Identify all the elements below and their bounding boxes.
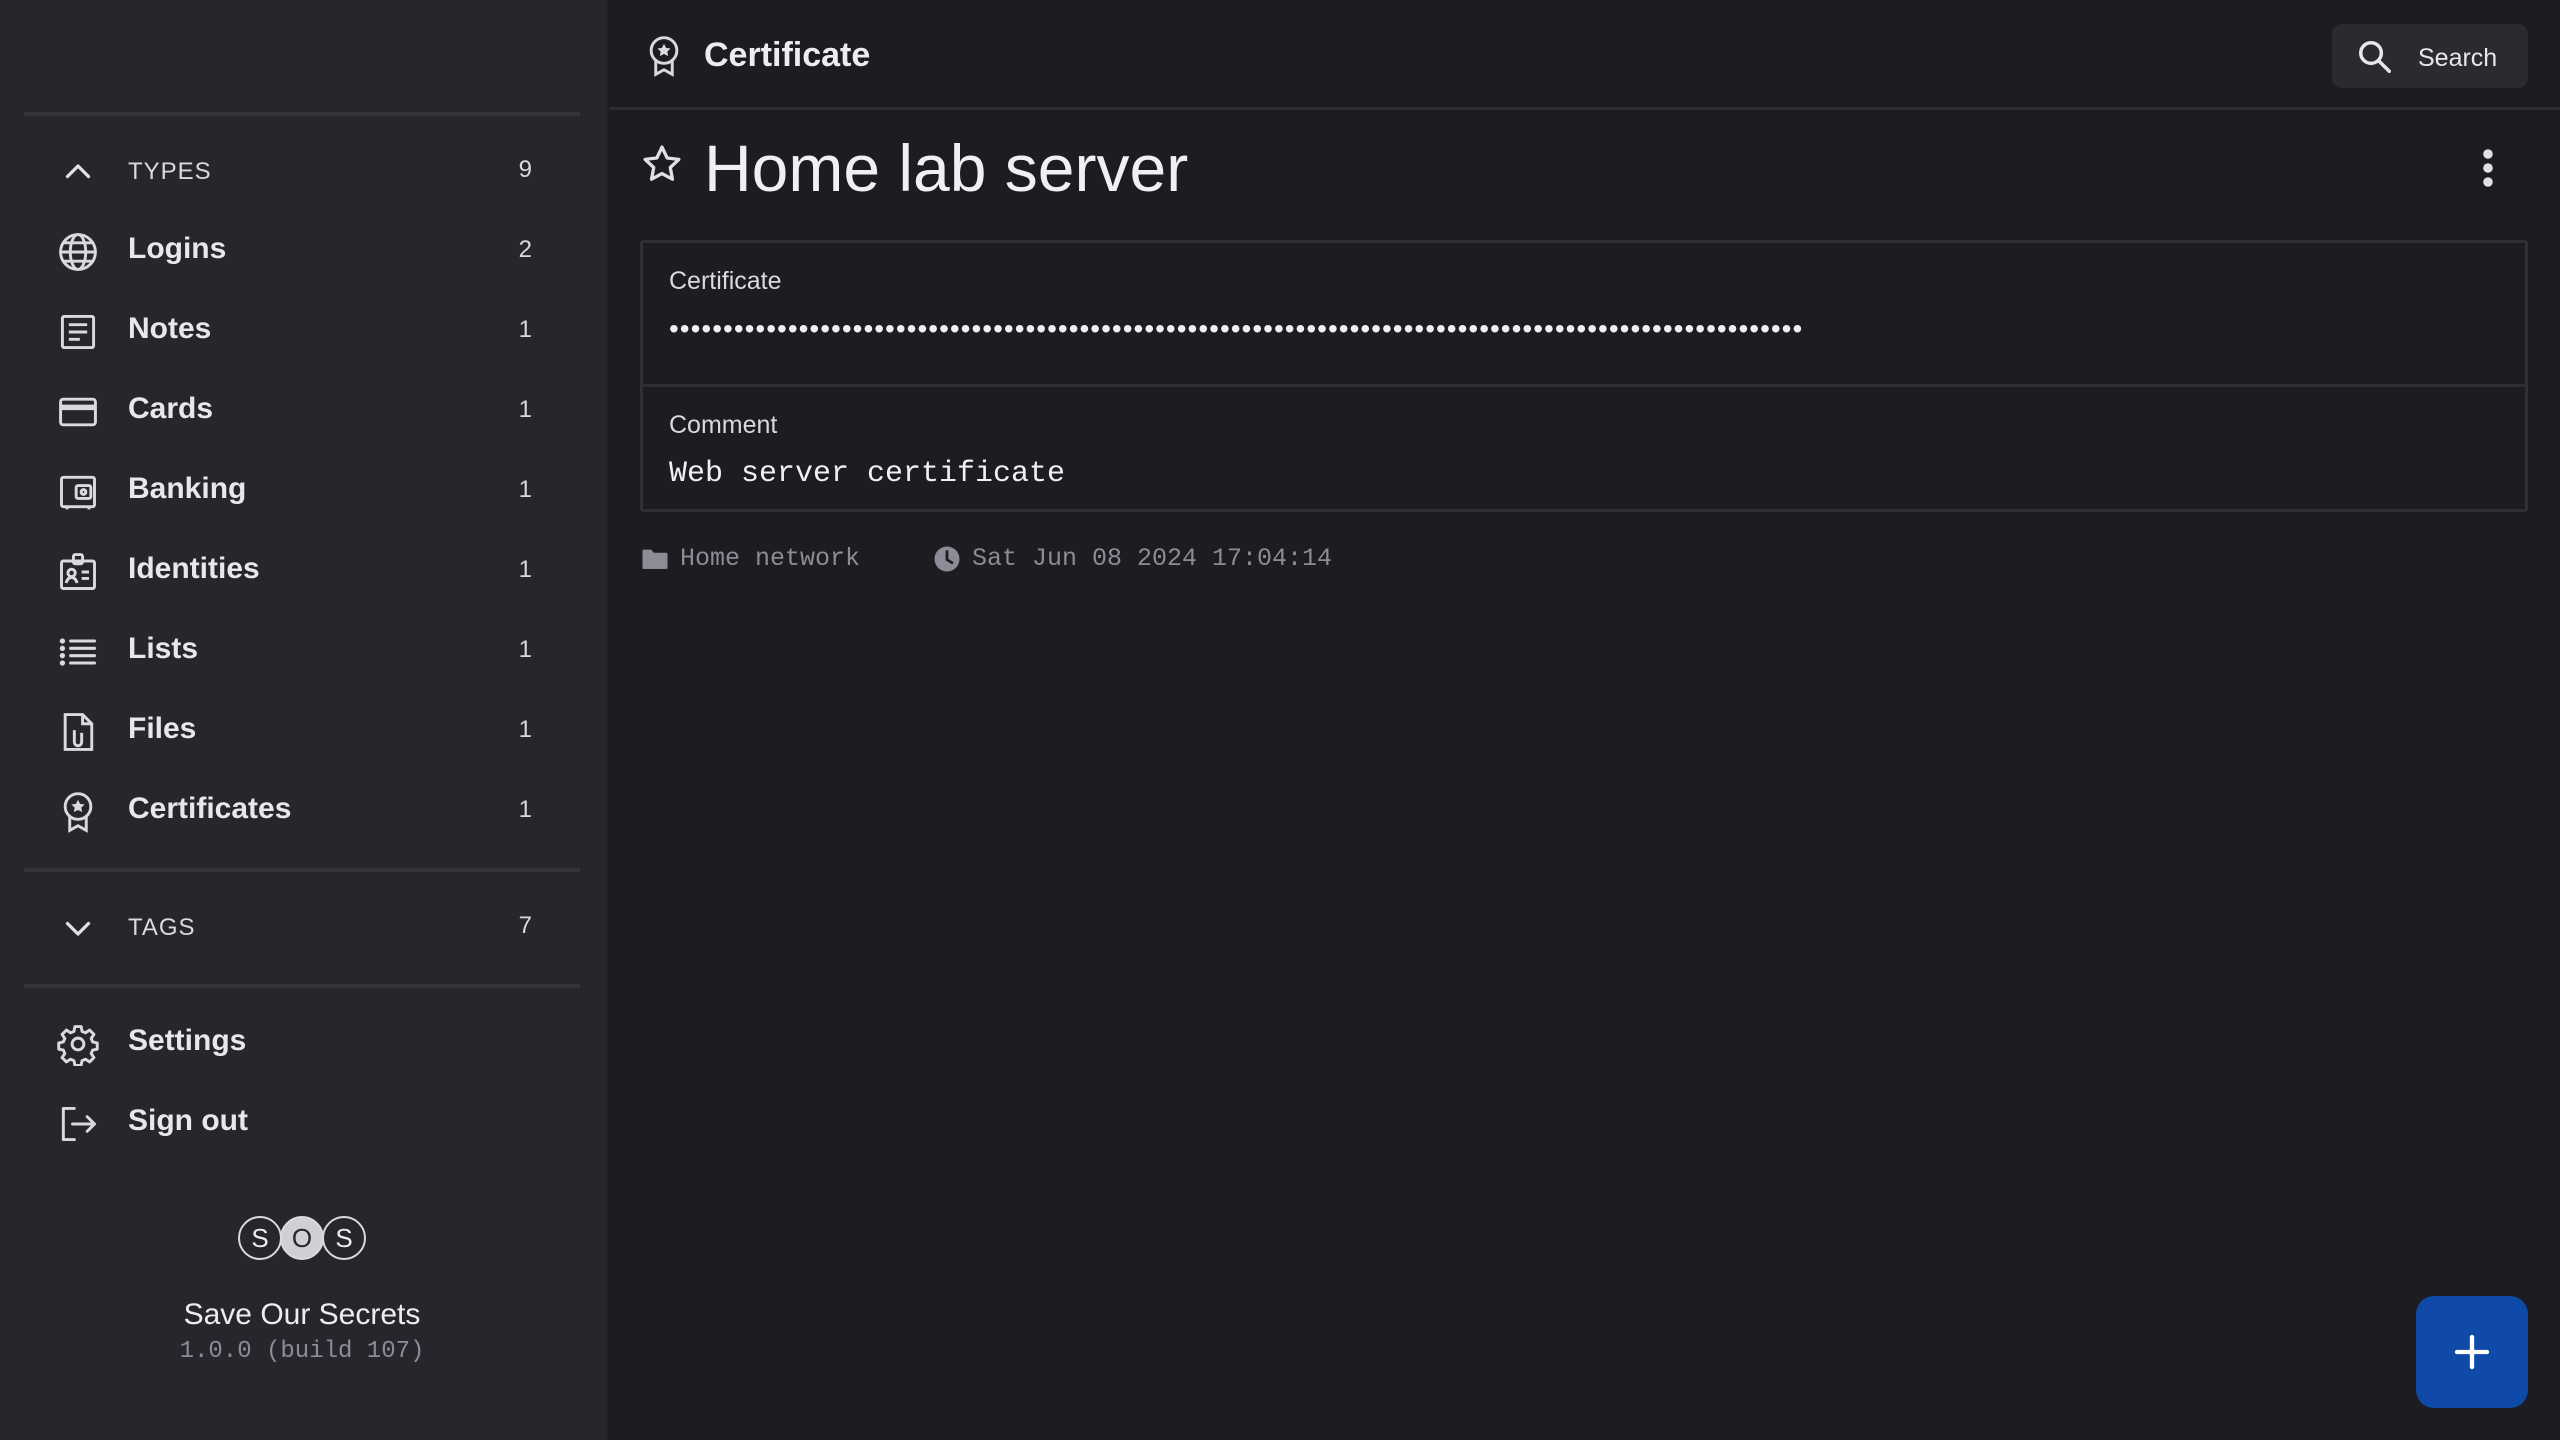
sidebar-item-count: 1 [518, 716, 532, 743]
sidebar-divider [24, 868, 580, 872]
sidebar-item-label: Certificates [128, 792, 292, 825]
field-value[interactable]: Web server certificate [669, 457, 2499, 491]
logo-letter: S [335, 1223, 352, 1253]
folder-icon [642, 549, 668, 569]
secret-fields-card: Certificate ••••••••••••••••••••••••••••… [640, 240, 2528, 512]
settings-label: Settings [128, 1024, 247, 1057]
sidebar-item-logins[interactable]: Logins 2 [0, 212, 608, 292]
sidebar-item-label: Files [128, 712, 197, 745]
sidebar-item-files[interactable]: Files 1 [0, 692, 608, 772]
sidebar-item-label: Banking [128, 472, 247, 505]
tags-label: TAGS [128, 914, 196, 941]
search-label: Search [2418, 44, 2498, 72]
sidebar-item-notes[interactable]: Notes 1 [0, 292, 608, 372]
secret-name: Home lab server [704, 131, 1189, 205]
tags-section-header[interactable]: TAGS 7 [0, 888, 608, 968]
tags-count: 7 [518, 912, 532, 939]
field-value-masked[interactable]: ••••••••••••••••••••••••••••••••••••••••… [669, 313, 2499, 345]
identity-icon [60, 553, 96, 590]
sign-out-button[interactable]: Sign out [0, 1084, 608, 1164]
note-icon [60, 314, 96, 350]
gear-icon [57, 1025, 99, 1066]
sidebar-item-count: 1 [518, 476, 532, 503]
sidebar-item-count: 2 [518, 236, 532, 263]
app-logo: S O S [238, 1216, 366, 1260]
sidebar-item-label: Logins [128, 232, 227, 265]
types-label: TYPES [128, 158, 212, 185]
certificate-field[interactable]: Certificate ••••••••••••••••••••••••••••… [643, 243, 2525, 383]
logo-letter: S [251, 1223, 268, 1253]
sidebar-item-label: Notes [128, 312, 212, 345]
sidebar-item-label: Cards [128, 392, 214, 425]
file-icon [63, 713, 94, 751]
clock-icon [934, 546, 960, 572]
sidebar-item-cards[interactable]: Cards 1 [0, 372, 608, 452]
plus-icon [2454, 1334, 2490, 1370]
app-name: Save Our Secrets [183, 1298, 421, 1331]
search-button[interactable]: Search [2332, 24, 2528, 88]
chevron-down-icon [65, 921, 91, 936]
sign-out-label: Sign out [128, 1104, 248, 1137]
sidebar-item-lists[interactable]: Lists 1 [0, 612, 608, 692]
logo-letter: O [292, 1223, 312, 1253]
sidebar-item-identities[interactable]: Identities 1 [0, 532, 608, 612]
timestamp: Sat Jun 08 2024 17:04:14 [972, 544, 1333, 573]
sidebar: TYPES 9 Logins 2 Notes 1 Cards 1 Banking… [0, 0, 608, 1440]
folder-name: Home network [680, 544, 861, 573]
globe-icon [59, 233, 97, 271]
card-icon [59, 397, 97, 427]
types-section-header[interactable]: TYPES 9 [0, 132, 608, 212]
search-icon [2359, 41, 2391, 73]
sidebar-item-count: 1 [518, 796, 532, 823]
list-icon [59, 638, 97, 666]
app-version: 1.0.0 (build 107) [179, 1338, 425, 1365]
favorite-star-icon[interactable] [640, 142, 684, 186]
sign-out-icon [61, 1106, 96, 1142]
field-label: Certificate [669, 267, 782, 295]
add-secret-button[interactable] [2416, 1296, 2528, 1408]
chevron-up-icon [65, 164, 91, 179]
sidebar-item-label: Lists [128, 632, 199, 665]
sidebar-item-count: 1 [518, 396, 532, 423]
comment-field[interactable]: Comment Web server certificate [643, 384, 2525, 524]
top-bar: Certificate Search [610, 0, 2560, 110]
settings-button[interactable]: Settings [0, 1004, 608, 1084]
sidebar-item-banking[interactable]: Banking 1 [0, 452, 608, 532]
page-title: Certificate [704, 36, 871, 74]
app-window: TYPES 9 Logins 2 Notes 1 Cards 1 Banking… [0, 0, 2560, 1440]
sidebar-item-count: 1 [518, 636, 532, 663]
sidebar-item-label: Identities [128, 552, 260, 585]
sidebar-divider [24, 112, 580, 116]
more-options-icon[interactable] [2470, 144, 2506, 192]
sidebar-item-certificates[interactable]: Certificates 1 [0, 772, 608, 852]
field-label: Comment [669, 411, 778, 439]
types-count: 9 [518, 156, 532, 183]
sidebar-item-count: 1 [518, 316, 532, 343]
certificate-icon [649, 36, 679, 77]
sidebar-item-count: 1 [518, 556, 532, 583]
bank-icon [60, 475, 96, 510]
certificate-icon [63, 792, 93, 833]
sidebar-divider [24, 984, 580, 988]
